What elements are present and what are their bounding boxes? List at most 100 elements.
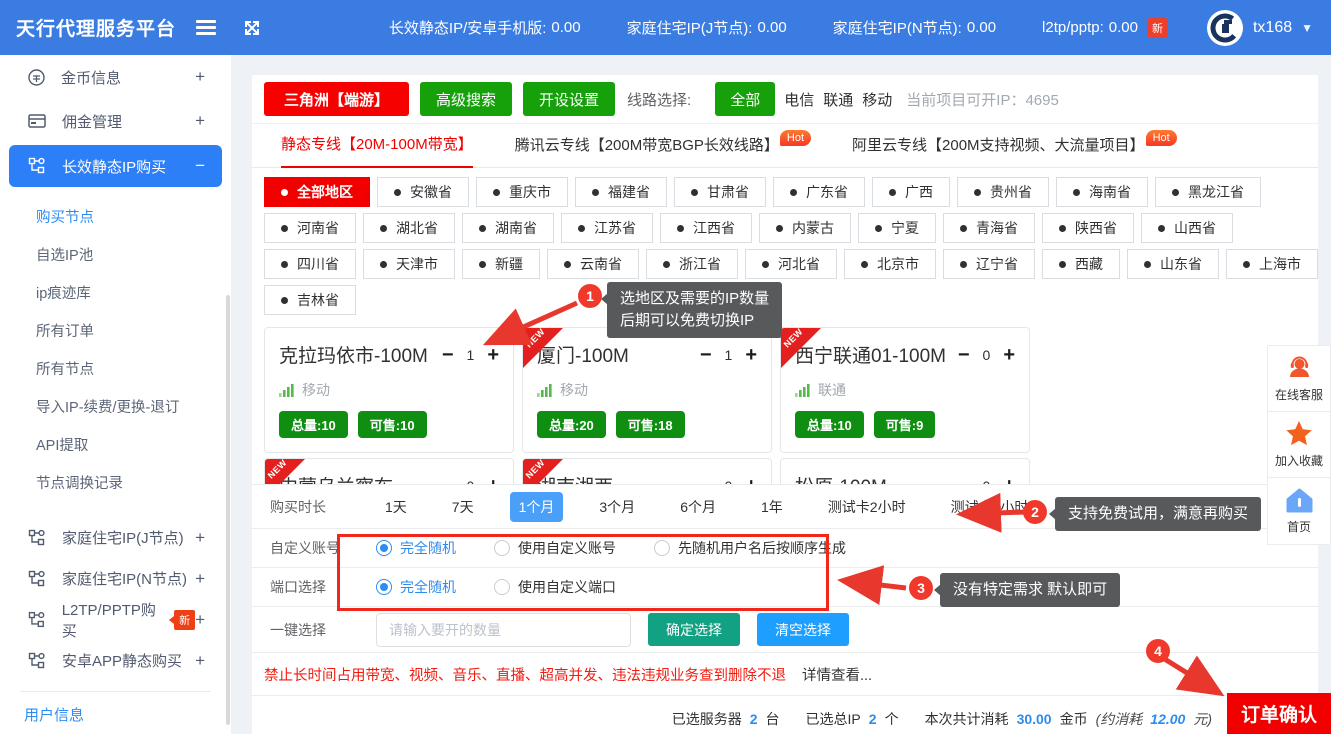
sidebar-user-info-link[interactable]: 用户信息 <box>0 704 231 725</box>
minus-button[interactable]: − <box>442 345 454 365</box>
region-chip[interactable]: 西藏 <box>1042 249 1120 279</box>
region-chip[interactable]: 江西省 <box>660 213 752 243</box>
product-tab[interactable]: 腾讯云专线【200M带宽BGP长效线路】Hot <box>515 134 810 167</box>
minus-button[interactable]: − <box>442 476 454 485</box>
plus-button[interactable]: + <box>745 345 757 365</box>
duration-option[interactable]: 1个月 <box>510 492 564 522</box>
region-chip[interactable]: 海南省 <box>1056 177 1148 207</box>
sidebar-submenu-item[interactable]: 自选IP池 <box>0 235 231 273</box>
duration-option[interactable]: 7天 <box>443 492 483 522</box>
details-link[interactable]: 详情查看... <box>802 668 872 684</box>
duration-option[interactable]: 6个月 <box>671 492 725 522</box>
region-chip[interactable]: 重庆市 <box>476 177 568 207</box>
sidebar-item-group[interactable]: 安卓APP静态购买 + <box>0 640 231 681</box>
region-chip[interactable]: 云南省 <box>547 249 639 279</box>
region-chip[interactable]: 全部地区 <box>264 177 370 207</box>
expand-plus-icon[interactable]: + <box>195 67 205 87</box>
port-radio[interactable]: 使用自定义端口 <box>494 577 616 597</box>
balance-stat[interactable]: 长效静态IP/安卓手机版: 0.00 <box>389 17 581 38</box>
sidebar-submenu-item[interactable]: 节点调换记录 <box>0 463 231 501</box>
duration-option[interactable]: 测试卡2小时 <box>819 492 915 522</box>
region-chip[interactable]: 上海市 <box>1226 249 1318 279</box>
account-radio[interactable]: 先随机用户名后按顺序生成 <box>654 538 846 558</box>
minus-button[interactable]: − <box>700 476 712 485</box>
region-chip[interactable]: 辽宁省 <box>943 249 1035 279</box>
sidebar-submenu-item[interactable]: 导入IP-续费/更换-退订 <box>0 387 231 425</box>
region-chip[interactable]: 四川省 <box>264 249 356 279</box>
account-radio[interactable]: 使用自定义账号 <box>494 538 616 558</box>
sidebar-item-commission[interactable]: 佣金管理 + <box>0 99 231 143</box>
expand-plus-icon[interactable]: + <box>195 610 205 630</box>
duration-option[interactable]: 1年 <box>752 492 792 522</box>
balance-stat[interactable]: 家庭住宅IP(N节点): 0.00 <box>833 17 996 38</box>
balance-stat[interactable]: 家庭住宅IP(J节点): 0.00 <box>627 17 787 38</box>
region-chip[interactable]: 湖北省 <box>363 213 455 243</box>
sidebar-submenu-item[interactable]: 所有节点 <box>0 349 231 387</box>
minus-button[interactable]: − <box>958 345 970 365</box>
region-chip[interactable]: 安徽省 <box>377 177 469 207</box>
sidebar-item-group[interactable]: L2TP/PPTP购买 新 + <box>0 599 231 640</box>
confirm-select-button[interactable]: 确定选择 <box>648 613 740 646</box>
line-option[interactable]: 联通 <box>823 89 853 110</box>
region-chip[interactable]: 黑龙江省 <box>1155 177 1261 207</box>
region-chip[interactable]: 天津市 <box>363 249 455 279</box>
sidebar-item-static-ip-purchase[interactable]: 长效静态IP购买 − <box>9 145 222 187</box>
expand-plus-icon[interactable]: + <box>195 528 205 548</box>
region-chip[interactable]: 吉林省 <box>264 285 356 315</box>
advanced-search-button[interactable]: 高级搜索 <box>420 82 512 116</box>
clear-select-button[interactable]: 清空选择 <box>757 613 849 646</box>
home-button[interactable]: 首页 <box>1268 478 1330 544</box>
region-chip[interactable]: 甘肃省 <box>674 177 766 207</box>
sidebar-submenu-item[interactable]: 所有订单 <box>0 311 231 349</box>
region-chip[interactable]: 河北省 <box>745 249 837 279</box>
sidebar-submenu-item[interactable]: ip痕迹库 <box>0 273 231 311</box>
open-settings-button[interactable]: 开设设置 <box>523 82 615 116</box>
line-option[interactable]: 移动 <box>862 89 892 110</box>
region-chip[interactable]: 福建省 <box>575 177 667 207</box>
region-chip[interactable]: 广西 <box>872 177 950 207</box>
account-radio[interactable]: 完全随机 <box>376 538 456 558</box>
region-chip[interactable]: 宁夏 <box>858 213 936 243</box>
minus-button[interactable]: − <box>958 476 970 485</box>
line-option[interactable]: 电信 <box>784 89 814 110</box>
region-chip[interactable]: 山西省 <box>1141 213 1233 243</box>
expand-plus-icon[interactable]: + <box>195 111 205 131</box>
plus-button[interactable]: + <box>487 345 499 365</box>
region-chip[interactable]: 新疆 <box>462 249 540 279</box>
online-service-button[interactable]: 在线客服 <box>1268 346 1330 412</box>
sidebar-submenu-item[interactable]: API提取 <box>0 425 231 463</box>
order-confirm-button[interactable]: 订单确认 <box>1227 693 1331 734</box>
region-chip[interactable]: 贵州省 <box>957 177 1049 207</box>
quantity-input[interactable] <box>376 613 631 647</box>
region-chip[interactable]: 北京市 <box>844 249 936 279</box>
region-chip[interactable]: 广东省 <box>773 177 865 207</box>
region-chip[interactable]: 内蒙古 <box>759 213 851 243</box>
region-chip[interactable]: 山东省 <box>1127 249 1219 279</box>
sidebar-item-group[interactable]: 家庭住宅IP(J节点) + <box>0 517 231 558</box>
region-chip[interactable]: 浙江省 <box>646 249 738 279</box>
hamburger-menu-icon[interactable] <box>196 17 216 38</box>
region-chip[interactable]: 青海省 <box>943 213 1035 243</box>
plus-button[interactable]: + <box>745 476 757 485</box>
region-chip[interactable]: 陕西省 <box>1042 213 1134 243</box>
line-all-button[interactable]: 全部 <box>715 82 775 116</box>
collapse-minus-icon[interactable]: − <box>195 156 205 176</box>
duration-option[interactable]: 1天 <box>376 492 416 522</box>
sidebar-item-coin-info[interactable]: 金币信息 + <box>0 55 231 99</box>
expand-plus-icon[interactable]: + <box>195 569 205 589</box>
sidebar-scrollbar[interactable] <box>226 295 230 725</box>
region-chip[interactable]: 江苏省 <box>561 213 653 243</box>
sidebar-submenu-item[interactable]: 购买节点 <box>0 197 231 235</box>
region-chip[interactable]: 湖南省 <box>462 213 554 243</box>
product-tab[interactable]: 阿里云专线【200M支持视频、大流量项目】Hot <box>852 134 1176 167</box>
balance-stat[interactable]: l2tp/pptp: 0.00 新 <box>1042 18 1168 38</box>
expand-plus-icon[interactable]: + <box>195 651 205 671</box>
plus-button[interactable]: + <box>487 476 499 485</box>
plus-button[interactable]: + <box>1003 345 1015 365</box>
minus-button[interactable]: − <box>700 345 712 365</box>
fullscreen-icon[interactable] <box>242 18 262 38</box>
port-radio[interactable]: 完全随机 <box>376 577 456 597</box>
region-chip[interactable]: 河南省 <box>264 213 356 243</box>
project-button[interactable]: 三角洲【端游】 <box>264 82 409 116</box>
add-favorite-button[interactable]: 加入收藏 <box>1268 412 1330 478</box>
